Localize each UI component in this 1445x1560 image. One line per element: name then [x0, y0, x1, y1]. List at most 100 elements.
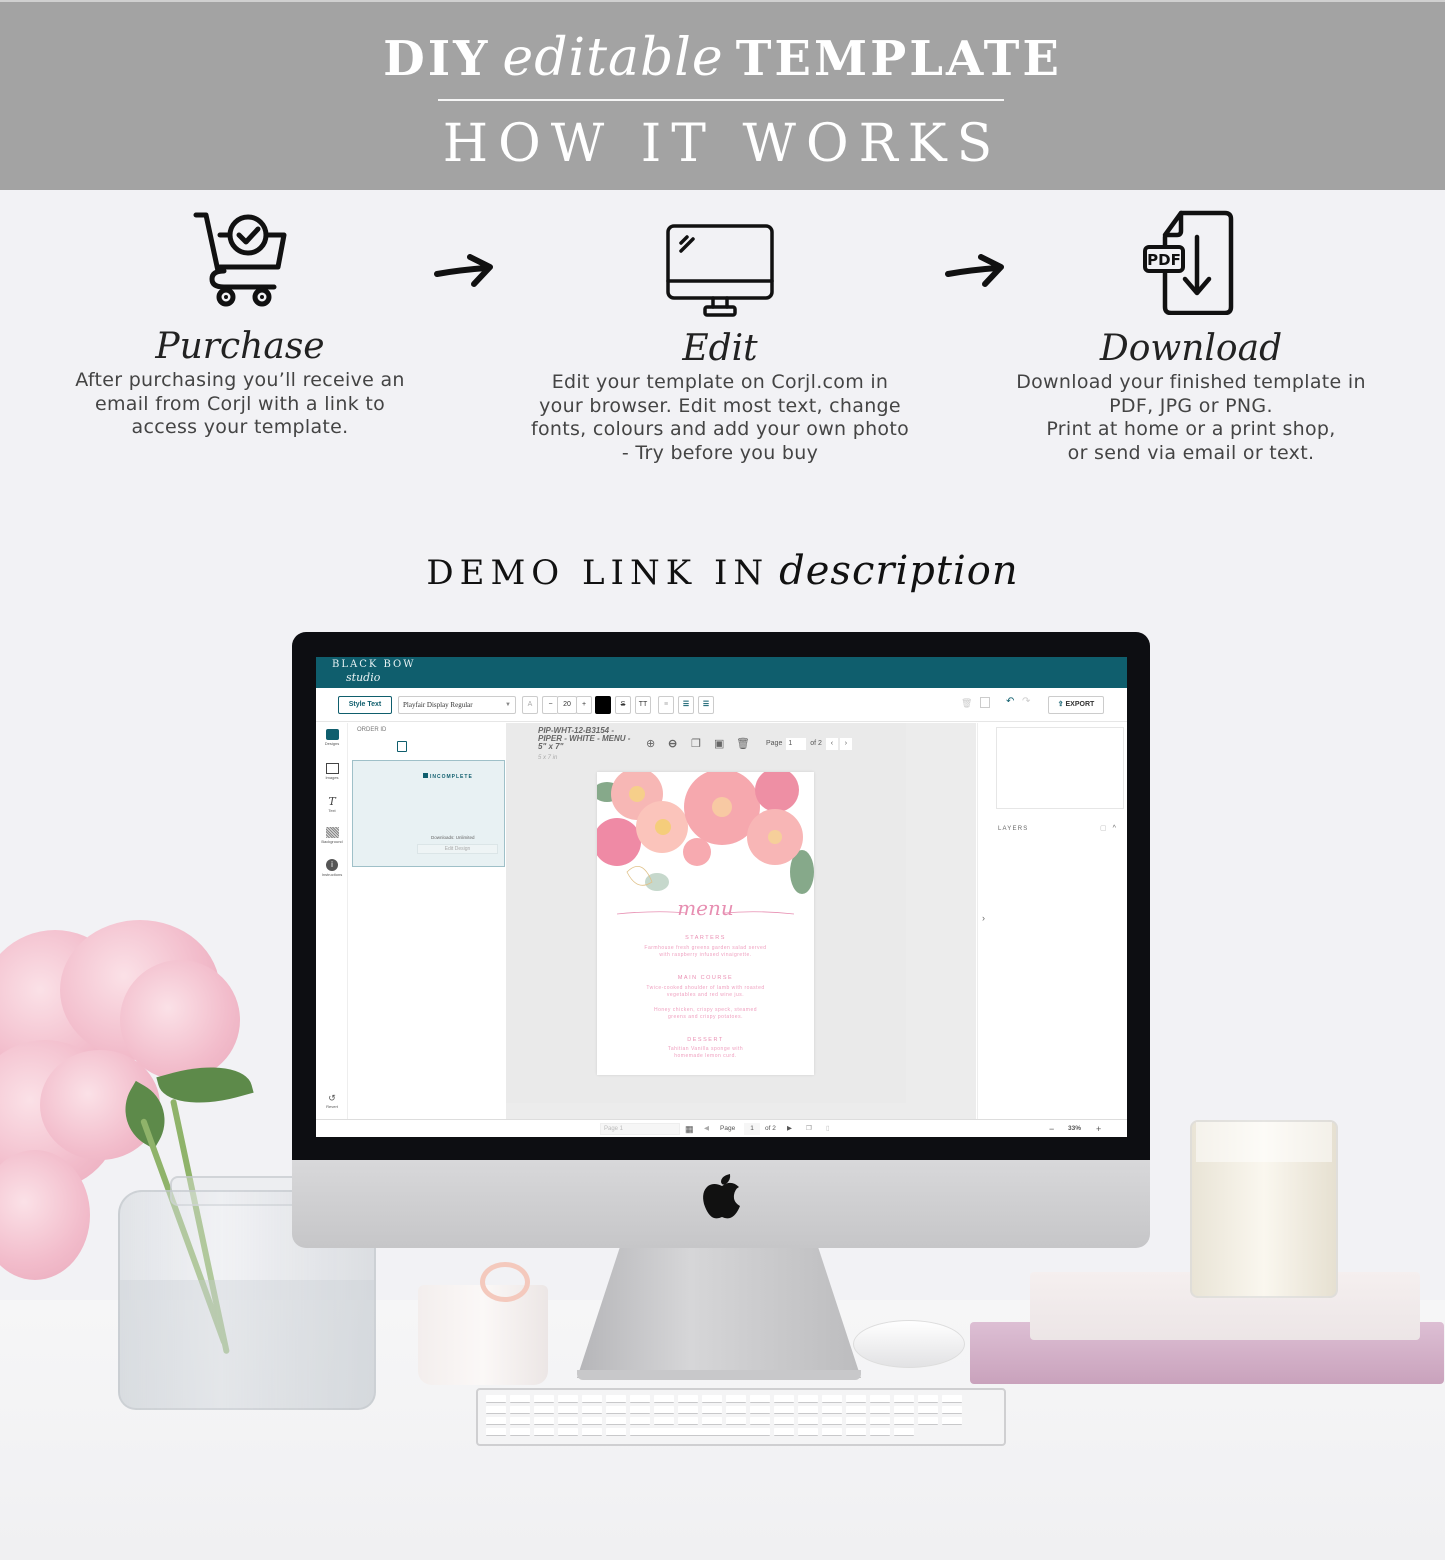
background-icon	[325, 827, 339, 838]
menu-section-heading: DESSERT	[687, 1037, 724, 1043]
bottom-page-label: Page	[720, 1125, 736, 1132]
export-button[interactable]: ⇪ EXPORT	[1048, 696, 1104, 714]
rail-designs[interactable]: Designs	[316, 729, 348, 746]
menu-item: Honey chicken, crispy speck, steamed	[653, 1007, 758, 1013]
step-purchase: Purchase After purchasing you’ll receive…	[30, 205, 450, 440]
step-download: PDF Download Download your finished temp…	[981, 205, 1401, 465]
pdf-badge: PDF	[1147, 251, 1181, 269]
designs-icon	[325, 729, 339, 740]
uppercase-icon[interactable]: TT	[635, 696, 651, 714]
rail-text[interactable]: T Text	[316, 795, 348, 813]
document-title: PIP-WHT-12-B3154 - PIPER - WHITE - MENU …	[538, 726, 631, 751]
magic-mouse	[853, 1320, 965, 1368]
strikethrough-icon[interactable]: S	[615, 696, 631, 714]
line-height-icon[interactable]: ☰	[698, 696, 714, 714]
rail-label: Designs	[324, 741, 340, 746]
zoom-in-button[interactable]: +	[1096, 1123, 1101, 1135]
image-icon	[325, 763, 339, 774]
page-of: of 2	[810, 740, 822, 747]
page-input[interactable]: 1	[786, 738, 807, 750]
layers-heading: LAYERS	[998, 826, 1029, 832]
share-icon: ⇪	[1057, 701, 1064, 708]
text-icon: T	[328, 795, 336, 808]
pdf-download-icon: PDF	[1143, 210, 1234, 315]
add-layer-icon[interactable]: ▢	[1100, 825, 1107, 832]
step-title: Download	[1099, 328, 1283, 369]
zoom-out-icon[interactable]: ⊖	[668, 737, 677, 750]
page-name-field[interactable]: Page 1	[600, 1123, 680, 1135]
ribbon	[480, 1262, 530, 1302]
banner-template: TEMPLATE	[735, 31, 1062, 87]
layer-preview	[996, 727, 1124, 809]
font-select[interactable]: Playfair Display Regular ▼	[398, 696, 516, 714]
page-label: Page	[766, 740, 783, 747]
designs-panel: ORDER ID INCOMPLETE Downloads: Unlimited…	[349, 723, 505, 1119]
edit-design-button[interactable]: Edit Design	[417, 844, 498, 854]
rail-instructions[interactable]: i Instructions	[316, 859, 348, 877]
prev-page-button[interactable]: ‹	[825, 738, 838, 750]
design-card[interactable]: INCOMPLETE Downloads: Unlimited Edit Des…	[352, 760, 505, 867]
style-text-button[interactable]: Style Text	[338, 696, 392, 714]
desc-line: - Try before you buy	[621, 441, 819, 464]
imac-stand	[577, 1248, 861, 1378]
grid-view-icon[interactable]: ▦	[685, 1123, 694, 1135]
rail-images[interactable]: Images	[316, 763, 348, 780]
font-size-input[interactable]: 20	[557, 696, 577, 714]
chevron-down-icon: ▼	[505, 702, 511, 708]
letter-spacing-wide-icon[interactable]: ☰	[678, 696, 694, 714]
bottom-page-input[interactable]: 1	[744, 1123, 760, 1135]
font-size-decrease-button[interactable]: −	[542, 696, 558, 714]
text-color-swatch[interactable]	[595, 696, 611, 714]
banner-diy: DIY	[383, 31, 491, 87]
text-toolbar: Style Text Playfair Display Regular ▼ A …	[316, 688, 1127, 722]
desc-line: Print at home or a print shop,	[1046, 418, 1336, 440]
duplicate-icon[interactable]	[980, 697, 990, 708]
arrow-right-icon	[434, 254, 493, 287]
copy-icon[interactable]	[397, 741, 407, 752]
banner-title: DIY editable TEMPLATE	[0, 28, 1445, 88]
trash-icon[interactable]: ▯	[826, 1123, 830, 1135]
menu-item: homemade lemon curd.	[674, 1053, 737, 1059]
font-size-increase-button[interactable]: +	[576, 696, 592, 714]
marble-cup	[418, 1285, 548, 1385]
next-page-button[interactable]: ›	[839, 738, 852, 750]
delete-icon[interactable]: 🗑	[961, 698, 972, 709]
revert-button[interactable]: ↺ Revert	[322, 1093, 342, 1109]
order-id-label: ORDER ID	[357, 727, 387, 733]
chevron-right-icon[interactable]: ›	[982, 913, 985, 923]
menu-item: greens and crispy potatoes.	[668, 1014, 743, 1020]
menu-title-flourish	[617, 911, 794, 915]
status-badge: INCOMPLETE	[423, 773, 473, 780]
redo-icon[interactable]: ↷	[1022, 696, 1030, 707]
key-row	[486, 1417, 962, 1426]
prev-page-icon[interactable]: ◀	[704, 1123, 709, 1135]
shopping-cart-check-icon	[193, 212, 287, 307]
desc-line: fonts, colours and add your own photo	[530, 418, 910, 440]
add-page-icon[interactable]: ▣	[714, 737, 724, 750]
status-label: INCOMPLETE	[430, 774, 473, 780]
menu-section-heading: STARTERS	[685, 935, 726, 941]
chevron-up-icon[interactable]: ^	[1113, 825, 1116, 832]
delete-page-icon[interactable]: 🗑	[736, 737, 750, 750]
align-center-icon[interactable]: ≡	[658, 696, 674, 714]
rail-background[interactable]: Background	[316, 827, 348, 844]
desc-line: After purchasing you’ll receive an	[75, 369, 405, 391]
zoom-out-button[interactable]: −	[1049, 1123, 1054, 1135]
letter-spacing-icon[interactable]: A	[522, 696, 538, 714]
duplicate-page-icon[interactable]: ❐	[806, 1123, 812, 1135]
revert-label: Revert	[326, 1104, 338, 1109]
zoom-in-icon[interactable]: ⊕	[646, 737, 655, 750]
menu-title: menu	[677, 896, 734, 920]
layers-tools: ▢ ^	[1100, 824, 1116, 832]
undo-icon[interactable]: ↶	[1006, 696, 1014, 707]
desc-line: PDF, JPG or PNG.	[1109, 394, 1273, 417]
step-title: Edit	[682, 328, 758, 369]
next-page-icon[interactable]: ▶	[787, 1123, 792, 1135]
desc-line: Download your finished template in	[1016, 371, 1366, 393]
downloads-info: Downloads: Unlimited	[431, 835, 475, 840]
rail-label: Text	[328, 808, 336, 813]
peony-flowers-illustration	[597, 772, 814, 894]
copy-page-icon[interactable]: ❐	[691, 737, 701, 750]
menu-design-canvas[interactable]: menu STARTERS Farmhouse fresh greens gar…	[597, 772, 814, 1075]
bottom-bar: Page 1 ▦ ◀ Page 1 of 2 ▶ ❐ ▯ − 33% +	[316, 1119, 1127, 1137]
